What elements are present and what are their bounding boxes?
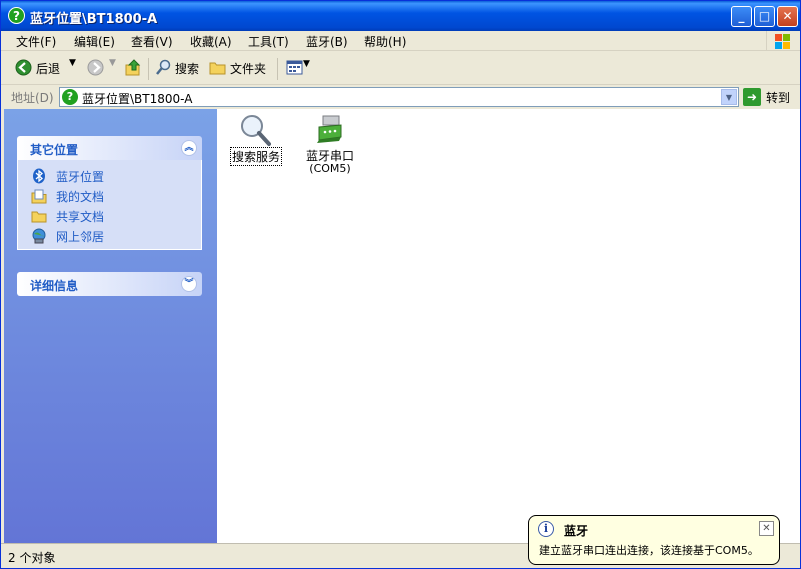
up-folder-icon[interactable] [125,59,142,76]
info-icon: i [538,521,554,537]
shared-folder-icon [31,211,47,223]
search-icon[interactable] [155,59,172,76]
collapse-chevron-up-icon[interactable]: ︽ [181,140,197,156]
sidebar-item-shared-documents[interactable]: 共享文档 [56,208,104,225]
balloon-title: 蓝牙 [564,524,589,538]
status-object-count: 2 个对象 [8,551,56,565]
bluetooth-icon [33,168,45,184]
help-question-icon: ? [62,89,78,105]
address-label: 地址(D) [11,91,54,105]
other-places-title: 其它位置 [30,143,79,157]
maximize-button[interactable]: □ [754,6,775,27]
menu-edit[interactable]: 编辑(E) [74,33,115,50]
windows-logo-icon [766,31,792,51]
address-dropdown-chevron-icon[interactable]: ▼ [721,89,737,105]
documents-icon [31,189,47,204]
folders-icon[interactable] [209,59,226,76]
search-services-label: 搜索服务 [229,147,282,166]
menu-bar: 文件(F) 编辑(E) 查看(V) 收藏(A) 工具(T) 蓝牙(B) 帮助(H… [1,31,800,51]
forward-arrow-icon[interactable] [87,59,104,76]
sidebar-item-network-places[interactable]: 网上邻居 [56,228,104,245]
expand-chevron-down-icon[interactable]: ︾ [181,276,197,292]
go-arrow-icon[interactable]: ➜ [743,88,761,106]
sidebar-item-bluetooth-places[interactable]: 蓝牙位置 [56,168,104,185]
sidebar-item-my-documents[interactable]: 我的文档 [56,188,104,205]
menu-tools[interactable]: 工具(T) [248,33,289,50]
other-places-header[interactable]: 其它位置 ︽ [17,136,202,160]
title-bar[interactable]: ? 蓝牙位置\BT1800-A _ □ ✕ [1,1,800,31]
views-dropdown-chevron-icon[interactable]: ▼ [303,59,310,69]
menu-view[interactable]: 查看(V) [131,33,173,50]
menu-help[interactable]: 帮助(H) [364,33,406,50]
serial-port-icon [317,115,342,143]
menu-file[interactable]: 文件(F) [16,33,56,50]
back-arrow-icon[interactable] [15,59,32,76]
balloon-close-button[interactable]: ✕ [759,521,774,536]
magnifier-icon [241,115,271,146]
address-bar: 地址(D) ? 蓝牙位置\BT1800-A ▼ ➜ 转到 [1,85,800,109]
forward-dropdown-chevron-icon[interactable]: ▼ [109,58,116,68]
folders-button[interactable]: 文件夹 [230,60,266,77]
views-icon[interactable] [286,59,303,76]
close-button[interactable]: ✕ [777,6,798,27]
menu-bluetooth[interactable]: 蓝牙(B) [306,33,348,50]
help-question-icon: ? [8,7,25,24]
details-title: 详细信息 [30,279,79,293]
details-header[interactable]: 详细信息 ︾ [17,272,202,296]
notification-balloon[interactable]: i 蓝牙 ✕ 建立蓝牙串口连出连接，该连接基于COM5。 [528,515,780,565]
minimize-button[interactable]: _ [731,6,752,27]
bluetooth-serial-port-item[interactable]: 蓝牙串口 (COM5) [299,113,361,175]
window-title: 蓝牙位置\BT1800-A [30,12,158,27]
toolbar: 后退 ▼ ▼ 搜索 文件夹 ▼ [1,52,800,85]
balloon-message: 建立蓝牙串口连出连接，该连接基于COM5。 [539,544,759,557]
go-button[interactable]: 转到 [766,89,790,106]
address-input[interactable]: ? 蓝牙位置\BT1800-A ▼ [59,87,739,107]
search-button[interactable]: 搜索 [175,60,199,77]
search-services-item[interactable]: 搜索服务 [227,113,285,166]
back-dropdown-chevron-icon[interactable]: ▼ [69,58,76,68]
explorer-window: ? 蓝牙位置\BT1800-A _ □ ✕ 文件(F) 编辑(E) 查看(V) … [0,0,801,569]
address-value: 蓝牙位置\BT1800-A [82,92,193,106]
back-button[interactable]: 后退 [36,60,60,77]
menu-favorites[interactable]: 收藏(A) [190,33,232,50]
network-icon [32,228,46,244]
